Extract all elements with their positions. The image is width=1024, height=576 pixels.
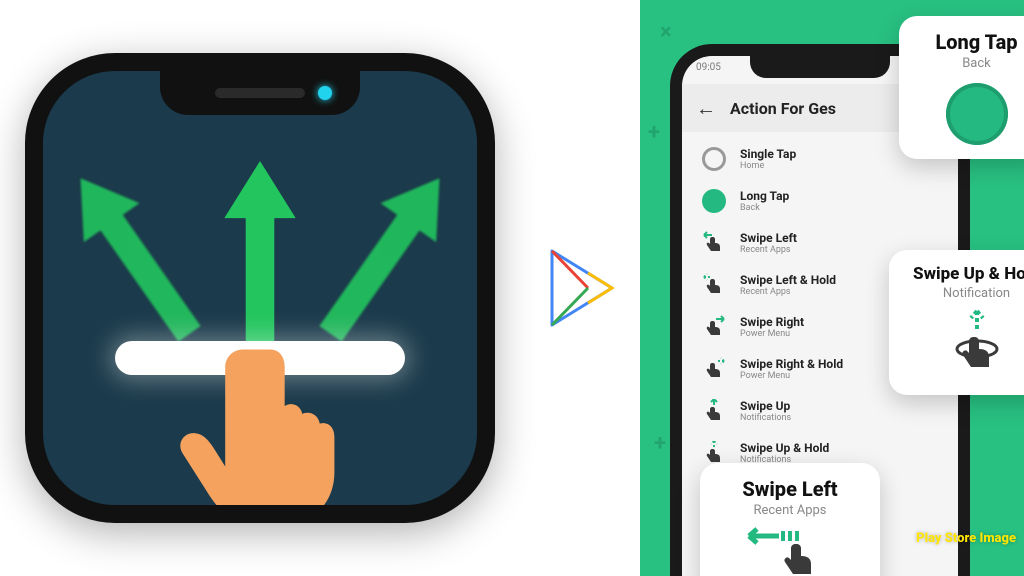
swipe-left-large-icon	[745, 526, 835, 576]
card-swipe-left: Swipe Left Recent Apps	[700, 463, 880, 576]
play-store-panel	[520, 0, 640, 576]
phone-mockup-notch	[750, 56, 890, 78]
watermark-text: Play Store Image	[916, 531, 1016, 546]
back-icon[interactable]: ←	[696, 96, 716, 121]
header-title: Action For Ges	[730, 99, 836, 118]
arrow-up-left-icon	[44, 152, 227, 359]
promo-panel: × + + + 09:05 ← Action For Ges Single Ta…	[640, 0, 1024, 576]
card-subtitle: Back	[962, 56, 991, 71]
card-swipe-up-hold: Swipe Up & Hold Notification	[889, 250, 1024, 395]
pointer-hand-icon	[172, 330, 372, 523]
single-tap-icon	[700, 145, 728, 173]
swipe-right-icon	[700, 313, 728, 341]
swipe-up-hold-large-icon	[947, 309, 1007, 381]
list-item[interactable]: Long TapBack	[682, 180, 958, 222]
card-long-tap: Long Tap Back	[899, 16, 1024, 159]
long-tap-circle-icon	[946, 83, 1008, 145]
app-icon-panel	[0, 0, 520, 576]
speaker-bar	[215, 88, 305, 98]
play-store-logo-icon	[540, 243, 620, 333]
status-time: 09:05	[696, 62, 721, 84]
camera-dot	[318, 86, 332, 100]
swipe-up-icon	[700, 397, 728, 425]
long-tap-icon	[700, 187, 728, 215]
phone-notch	[160, 71, 360, 115]
arrow-up-right-icon	[294, 152, 477, 359]
swipe-right-hold-icon	[700, 355, 728, 383]
swipe-left-hold-icon	[700, 271, 728, 299]
swipe-left-icon	[700, 229, 728, 257]
card-subtitle: Notification	[943, 286, 1010, 301]
card-subtitle: Recent Apps	[753, 503, 826, 518]
list-item[interactable]: Swipe UpNotifications	[682, 390, 958, 432]
card-title: Swipe Up & Hold	[913, 264, 1024, 284]
app-icon	[25, 53, 495, 523]
card-title: Swipe Left	[742, 477, 837, 501]
card-title: Long Tap	[935, 30, 1017, 54]
